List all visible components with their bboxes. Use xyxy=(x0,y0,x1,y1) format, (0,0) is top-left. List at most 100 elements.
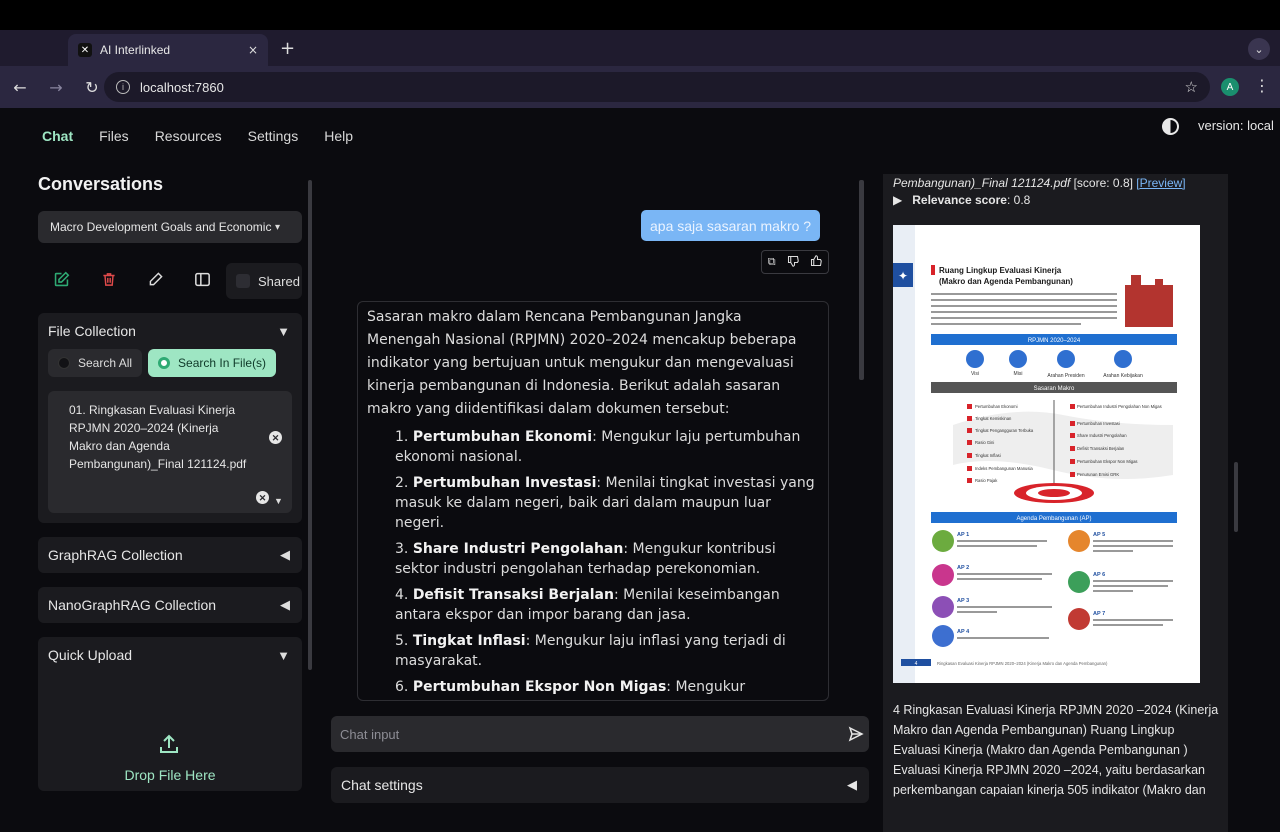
disclosure-triangle-icon[interactable]: ▶ xyxy=(893,193,902,207)
collapse-triangle-icon[interactable]: ▼ xyxy=(277,648,290,663)
sidebar-scrollbar[interactable] xyxy=(308,180,312,670)
main-nav: Chat Files Resources Settings Help xyxy=(42,128,353,144)
evidence-text: 4 Ringkasan Evaluasi Kinerja RPJMN 2020 … xyxy=(893,703,1219,797)
evidence-source-line: Pembangunan)_Final 121124.pdf [score: 0.… xyxy=(893,176,1186,190)
file-collection-header[interactable]: File Collection ▼ xyxy=(38,313,302,349)
expand-triangle-icon[interactable]: ◀ xyxy=(847,777,857,793)
sidebar: Conversations Macro Development Goals an… xyxy=(38,174,304,791)
doc-macro-item: Pertumbuhan Industri Pengolahan Non Miga… xyxy=(1077,404,1162,409)
browser-menu-icon[interactable]: ⋮ xyxy=(1254,76,1270,95)
browser-tab[interactable]: ✕ AI Interlinked × xyxy=(68,34,268,66)
list-item-title: Pertumbuhan Ekonomi xyxy=(412,429,593,445)
list-item-number: 6. xyxy=(395,679,413,695)
doc-ap-label: AP 3 xyxy=(957,598,969,604)
tab-close-icon[interactable]: × xyxy=(248,43,258,57)
browser-toolbar: ← → ↻ i localhost:7860 ☆ A ⋮ xyxy=(0,66,1280,108)
address-bar[interactable]: i localhost:7860 ☆ xyxy=(104,72,1210,102)
checkbox-icon[interactable] xyxy=(236,274,250,288)
svg-text:✦: ✦ xyxy=(898,269,908,283)
shared-checkbox[interactable]: Shared xyxy=(226,263,302,299)
thumbs-down-icon[interactable] xyxy=(787,255,799,270)
list-item-number: 3. xyxy=(395,541,413,557)
chevron-down-icon: ▾ xyxy=(274,221,280,233)
send-icon xyxy=(848,726,864,742)
list-item: 5. Tingkat Inflasi: Mengukur laju inflas… xyxy=(395,631,819,671)
nav-resources[interactable]: Resources xyxy=(155,128,222,144)
doc-macro-item: Penurunan Emisi GRK xyxy=(1077,472,1119,477)
dropdown-caret-icon[interactable]: ▼ xyxy=(274,492,283,510)
upload-icon[interactable] xyxy=(158,733,180,759)
clear-all-icon[interactable]: ✕ xyxy=(256,491,269,504)
search-in-files-label: Search In File(s) xyxy=(178,356,267,370)
doc-icon-label: Arahan Kebijakan xyxy=(1103,373,1143,379)
nav-chat[interactable]: Chat xyxy=(42,128,73,144)
remove-file-icon[interactable]: ✕ xyxy=(269,431,282,444)
doc-ap-label: AP 2 xyxy=(957,565,969,571)
nanographrag-header[interactable]: NanoGraphRAG Collection ◀ xyxy=(38,587,302,623)
conversation-actions: Shared xyxy=(38,263,304,299)
quick-upload-header[interactable]: Quick Upload ▼ xyxy=(38,637,302,673)
nav-settings[interactable]: Settings xyxy=(248,128,299,144)
source-score: [score: 0.8] xyxy=(1070,176,1137,190)
conversation-select[interactable]: Macro Development Goals and Economic ▾ xyxy=(38,211,302,243)
toggle-panel-icon[interactable] xyxy=(179,272,226,291)
drop-zone-text[interactable]: Drop File Here xyxy=(38,767,302,783)
nav-help[interactable]: Help xyxy=(324,128,353,144)
doc-macro-item: Share Industri Pengolahan xyxy=(1077,433,1127,438)
evidence-scrollbar[interactable] xyxy=(1234,462,1238,532)
back-icon[interactable]: ← xyxy=(4,78,36,97)
thumbs-up-icon[interactable] xyxy=(810,254,823,270)
search-in-files-radio[interactable]: Search In File(s) xyxy=(148,349,277,377)
nav-files[interactable]: Files xyxy=(99,128,129,144)
theme-toggle-icon[interactable] xyxy=(1162,118,1179,135)
collapse-triangle-icon[interactable]: ▼ xyxy=(277,324,290,339)
doc-macro-item: Tingkat Pengangguran Terbuka xyxy=(975,428,1034,433)
search-all-radio[interactable]: Search All xyxy=(48,349,143,377)
relevance-label: Relevance score xyxy=(912,193,1007,207)
chat-settings-label: Chat settings xyxy=(341,777,423,793)
preview-link[interactable]: [Preview] xyxy=(1136,176,1185,190)
list-item-title: Defisit Transaksi Berjalan xyxy=(412,587,614,603)
profile-avatar[interactable]: A xyxy=(1221,78,1239,96)
delete-icon[interactable] xyxy=(85,271,132,292)
conversations-title: Conversations xyxy=(38,174,164,194)
expand-triangle-icon[interactable]: ◀ xyxy=(280,547,290,563)
radio-off-icon xyxy=(58,357,70,369)
document-page-image: ✦ Ruang Lingkup Evaluasi Kinerja (Makro … xyxy=(893,225,1200,683)
url-text[interactable]: localhost:7860 xyxy=(140,80,1185,95)
doc-macro-item: Tingkat Kemiskinan xyxy=(975,416,1012,421)
message-actions: ⧉ xyxy=(761,250,829,274)
site-info-icon[interactable]: i xyxy=(116,80,130,94)
bot-message: Sasaran makro dalam Rencana Pembangunan … xyxy=(357,301,829,701)
copy-icon[interactable]: ⧉ xyxy=(768,255,776,269)
expand-triangle-icon[interactable]: ◀ xyxy=(280,597,290,613)
search-mode-radio-group: Search All Search In File(s) xyxy=(38,349,302,377)
bookmark-star-icon[interactable]: ☆ xyxy=(1185,78,1198,96)
graphrag-panel: GraphRAG Collection ◀ xyxy=(38,537,302,573)
relevance-value: : 0.8 xyxy=(1006,193,1031,207)
graphrag-header[interactable]: GraphRAG Collection ◀ xyxy=(38,537,302,573)
bot-intro-text: Sasaran makro dalam Rencana Pembangunan … xyxy=(367,309,797,417)
doc-heading-1: Ruang Lingkup Evaluasi Kinerja xyxy=(939,266,1062,275)
relevance-line[interactable]: ▶ Relevance score: 0.8 xyxy=(893,193,1030,207)
list-item-number: 5. xyxy=(395,633,413,649)
file-multiselect[interactable]: 01. Ringkasan Evaluasi Kinerja RPJMN 202… xyxy=(48,391,292,513)
radio-on-icon xyxy=(158,357,171,369)
forward-icon[interactable]: → xyxy=(40,78,72,97)
doc-macro-item: Rasio Pajak xyxy=(975,478,998,483)
chat-settings-accordion[interactable]: Chat settings ◀ xyxy=(331,767,869,803)
doc-macro-item: Pertumbuhan Ekspor Non Migas xyxy=(1077,459,1138,464)
doc-icon-label: Arahan Presiden xyxy=(1047,373,1084,379)
chat-scrollbar[interactable] xyxy=(859,180,864,380)
app-root: Chat Files Resources Settings Help versi… xyxy=(0,108,1280,832)
chat-input[interactable]: Chat input xyxy=(331,716,843,752)
conversation-select-value: Macro Development Goals and Economic xyxy=(50,220,272,234)
rename-pencil-icon[interactable] xyxy=(132,271,179,291)
doc-ap-label: AP 4 xyxy=(957,629,970,635)
doc-ap-label: AP 6 xyxy=(1093,572,1105,578)
tab-search-icon[interactable]: ⌄ xyxy=(1248,38,1270,60)
send-button[interactable] xyxy=(843,716,869,752)
version-label: version: local xyxy=(1198,118,1274,133)
new-tab-button[interactable]: + xyxy=(280,38,295,59)
new-conversation-icon[interactable] xyxy=(38,271,85,292)
